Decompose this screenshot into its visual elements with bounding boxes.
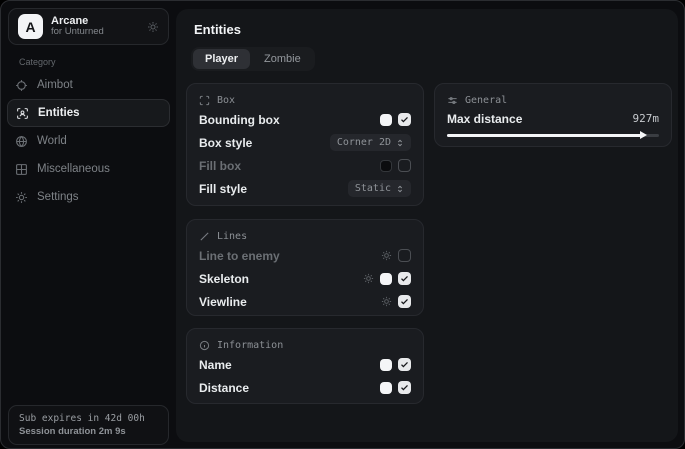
color-swatch[interactable] [380,114,392,126]
dropdown-value: Corner 2D [337,137,391,148]
person-scan-icon [16,107,29,120]
color-swatch[interactable] [380,382,392,394]
app-logo: A [18,14,43,39]
general-card-header: General [447,92,659,108]
distance-checkbox[interactable] [398,381,411,394]
page-title: Entities [194,22,241,37]
sidebar-item-world[interactable]: World [7,127,170,155]
sidebar-item-entities[interactable]: Entities [7,99,170,127]
sidebar-item-label: Miscellaneous [37,163,110,175]
row-label: Viewline [199,295,247,309]
globe-icon [15,135,28,148]
gear-icon[interactable] [381,296,392,307]
max-distance-row: Max distance 927m [447,108,659,129]
brand-subtitle: for Unturned [51,27,104,38]
lines-card-header: Lines [199,228,411,244]
brand-text: Arcane for Unturned [51,15,104,39]
box-style-row: Box style Corner 2D [199,131,411,154]
lines-card-title: Lines [217,231,247,242]
brand-card: A Arcane for Unturned [8,8,169,45]
row-label: Name [199,358,232,372]
diagonal-line-icon [199,231,210,242]
sidebar-item-aimbot[interactable]: Aimbot [7,71,170,99]
gear-icon [15,191,28,204]
sliders-icon [447,95,458,106]
line-to-enemy-checkbox[interactable] [398,249,411,262]
row-label: Box style [199,136,252,150]
gear-icon[interactable] [147,21,159,33]
information-card-title: Information [217,340,283,351]
fill-box-row: Fill box [199,154,411,177]
crosshair-icon [15,79,28,92]
max-distance-slider-fill [447,134,644,137]
row-label: Distance [199,381,249,395]
name-checkbox[interactable] [398,358,411,371]
color-swatch[interactable] [380,359,392,371]
viewline-row: Viewline [199,290,411,313]
tab-zombie[interactable]: Zombie [252,49,313,69]
sidebar: A Arcane for Unturned Category Aimbot [1,1,176,448]
skeleton-checkbox[interactable] [398,272,411,285]
box-card: Box Bounding box Box style Corner 2D [186,83,424,206]
main-panel: Entities Player Zombie Box Bounding box [176,9,678,442]
row-label: Line to enemy [199,249,280,263]
dropdown-value: Static [355,183,391,194]
color-swatch[interactable] [380,273,392,285]
fill-box-checkbox[interactable] [398,159,411,172]
bounding-box-checkbox[interactable] [398,113,411,126]
subscription-info-card: Sub expires in 42d 00h Session duration … [8,405,169,445]
line-to-enemy-row: Line to enemy [199,244,411,267]
app-window: A Arcane for Unturned Category Aimbot [0,0,685,449]
fill-style-row: Fill style Static [199,177,411,200]
box-style-dropdown[interactable]: Corner 2D [330,134,411,151]
fill-style-dropdown[interactable]: Static [348,180,411,197]
session-duration-text: Session duration 2m 9s [19,426,158,437]
lines-card: Lines Line to enemy Skeleton [186,219,424,316]
row-label: Bounding box [199,113,280,127]
skeleton-row: Skeleton [199,267,411,290]
distance-row: Distance [199,376,411,399]
gear-icon[interactable] [381,250,392,261]
name-row: Name [199,353,411,376]
general-card-title: General [465,95,507,106]
sidebar-nav: Aimbot Entities World Miscellaneous [1,71,176,211]
viewline-checkbox[interactable] [398,295,411,308]
sidebar-item-settings[interactable]: Settings [7,183,170,211]
box-card-header: Box [199,92,411,108]
information-card: Information Name Distance [186,328,424,404]
gear-icon[interactable] [363,273,374,284]
sidebar-item-label: Aimbot [37,79,73,91]
tab-player[interactable]: Player [193,49,250,69]
chevrons-up-down-icon [396,185,404,193]
info-icon [199,340,210,351]
sidebar-item-label: Settings [37,191,79,203]
category-label: Category [19,57,56,67]
max-distance-value: 927m [633,112,660,125]
general-card: General Max distance 927m [434,83,672,147]
row-label: Fill box [199,159,241,173]
row-label: Skeleton [199,272,249,286]
row-label: Fill style [199,182,247,196]
color-swatch[interactable] [380,160,392,172]
grid-icon [15,163,28,176]
box-card-title: Box [217,95,235,106]
max-distance-slider[interactable] [447,131,659,139]
information-card-header: Information [199,337,411,353]
max-distance-slider-thumb[interactable] [640,131,647,139]
sidebar-item-miscellaneous[interactable]: Miscellaneous [7,155,170,183]
entity-tabs: Player Zombie [191,47,315,71]
bounding-box-row: Bounding box [199,108,411,131]
corner-brackets-icon [199,95,210,106]
sidebar-item-label: World [37,135,67,147]
sidebar-item-label: Entities [38,107,80,119]
row-label: Max distance [447,112,522,126]
chevrons-up-down-icon [396,139,404,147]
sub-expiry-text: Sub expires in 42d 00h [19,413,158,424]
